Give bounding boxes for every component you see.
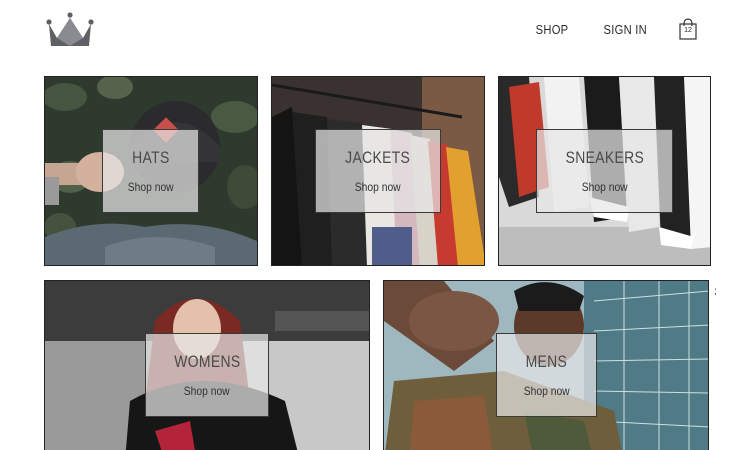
category-title: HATS bbox=[131, 148, 170, 167]
shop-now-link[interactable]: Shop now bbox=[355, 180, 401, 194]
shopping-bag-icon[interactable]: 12 bbox=[678, 18, 698, 40]
stray-text: ; bbox=[714, 286, 717, 297]
nav-signin-link[interactable]: SIGN IN bbox=[603, 22, 646, 37]
mens-label-box[interactable]: MENS Shop now bbox=[496, 333, 597, 417]
main-nav: SHOP SIGN IN 12 bbox=[533, 18, 698, 40]
sneakers-label-box[interactable]: SNEAKERS Shop now bbox=[536, 129, 673, 213]
womens-label-box[interactable]: WOMENS Shop now bbox=[145, 333, 269, 417]
category-title: MENS bbox=[525, 352, 568, 371]
cart-item-count: 12 bbox=[684, 27, 692, 34]
nav-shop-link[interactable]: SHOP bbox=[536, 22, 569, 37]
category-title: SNEAKERS bbox=[565, 148, 644, 167]
shop-now-link[interactable]: Shop now bbox=[524, 384, 570, 398]
category-title: JACKETS bbox=[345, 148, 411, 167]
shop-now-link[interactable]: Shop now bbox=[582, 180, 628, 194]
category-tile-mens[interactable]: MENS Shop now bbox=[383, 280, 709, 450]
category-tile-hats[interactable]: HATS Shop now bbox=[44, 76, 258, 266]
category-tile-sneakers[interactable]: SNEAKERS Shop now bbox=[498, 76, 711, 266]
crown-logo-icon[interactable] bbox=[45, 10, 95, 48]
jackets-label-box[interactable]: JACKETS Shop now bbox=[315, 129, 441, 213]
shop-now-link[interactable]: Shop now bbox=[128, 180, 174, 194]
hats-label-box[interactable]: HATS Shop now bbox=[102, 129, 199, 213]
category-tile-jackets[interactable]: JACKETS Shop now bbox=[271, 76, 485, 266]
category-tile-womens[interactable]: WOMENS Shop now bbox=[44, 280, 370, 450]
shop-now-link[interactable]: Shop now bbox=[184, 384, 230, 398]
category-title: WOMENS bbox=[173, 352, 241, 371]
